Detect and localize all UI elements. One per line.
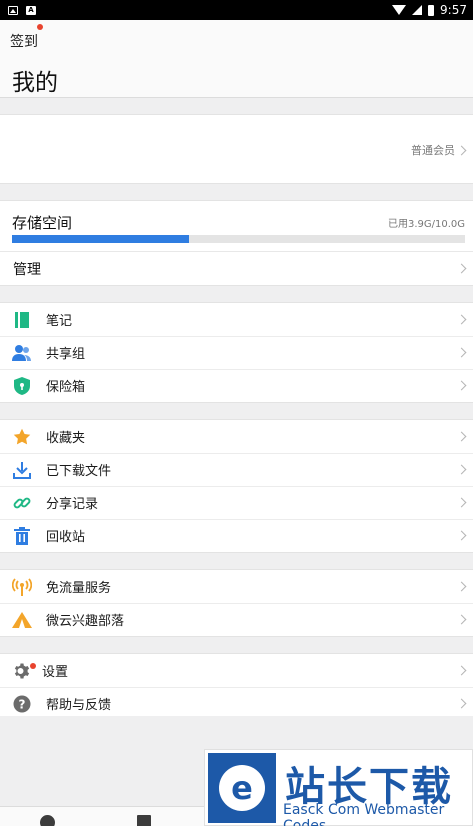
status-bar: A 9:57 (0, 0, 473, 20)
menu-item-label: 收藏夹 (46, 431, 86, 446)
storage-section[interactable]: 存储空间 已用3.9G/10.0G (0, 201, 473, 252)
storage-progress-bar (12, 235, 465, 243)
chevron-right-icon (456, 431, 467, 442)
menu-group: 收藏夹已下载文件分享记录回收站 (0, 419, 473, 553)
link-icon (12, 493, 32, 513)
member-level-label: 普通会员 (411, 144, 455, 157)
menu-group: 笔记 共享组 保险箱 (0, 302, 473, 403)
shield-icon (12, 376, 32, 396)
menu-item-label: 笔记 (46, 314, 73, 329)
menu-item-share-records[interactable]: 分享记录 (0, 486, 473, 519)
chevron-right-icon (456, 497, 467, 508)
storage-progress-fill (12, 235, 189, 243)
chevron-right-icon (456, 665, 467, 676)
menu-item-free-traffic[interactable]: 免流量服务 (0, 570, 473, 603)
image-notification-icon (8, 5, 18, 15)
watermark-subtitle: Easck Com Webmaster Codes (283, 802, 445, 826)
profile-card[interactable]: 普通会员 (0, 114, 473, 184)
notebook-icon (12, 310, 32, 330)
manage-label: 管理 (13, 261, 41, 278)
menu-item-label: 已下载文件 (46, 464, 112, 479)
checkin-button[interactable]: 签到 (10, 31, 38, 51)
chevron-right-icon (456, 698, 467, 709)
menu-item-downloaded-files[interactable]: 已下载文件 (0, 453, 473, 486)
watermark-logo: e 站长下载 Easck Com Webmaster Codes (204, 749, 473, 826)
chevron-right-icon (456, 263, 467, 274)
menu-item-label: 微云兴趣部落 (46, 614, 125, 629)
menu-group: 设置? 帮助与反馈 (0, 653, 473, 721)
files-tab-icon[interactable] (137, 815, 151, 826)
recent-tab-icon[interactable] (40, 815, 55, 826)
menu-item-favorites[interactable]: 收藏夹 (0, 420, 473, 453)
menu-item-settings[interactable]: 设置 (0, 654, 473, 687)
page-header: 签到 我的 (0, 20, 473, 98)
chevron-right-icon (456, 530, 467, 541)
status-time: 9:57 (440, 3, 467, 17)
menu-item-label: 免流量服务 (46, 581, 112, 596)
wifi-icon (392, 5, 407, 15)
menu-item-label: 设置 (42, 665, 69, 680)
menu-item-share-group[interactable]: 共享组 (0, 336, 473, 369)
page-title: 我的 (12, 70, 58, 96)
menu-item-label: 保险箱 (46, 380, 86, 395)
help-icon: ? (12, 694, 32, 714)
menu-item-weiyun-tribe[interactable]: 微云兴趣部落 (0, 603, 473, 636)
chevron-right-icon (456, 145, 467, 155)
people-icon (12, 343, 32, 363)
antenna-icon (12, 577, 32, 597)
menu-item-label: 帮助与反馈 (46, 698, 112, 713)
checkin-badge-dot (37, 24, 43, 30)
gear-icon (12, 661, 36, 681)
storage-title: 存储空间 (12, 214, 73, 232)
signal-icon (412, 5, 423, 15)
chevron-right-icon (456, 464, 467, 475)
chevron-right-icon (456, 581, 467, 592)
menu-group: 免流量服务微云兴趣部落 (0, 569, 473, 637)
menu-item-label: 分享记录 (46, 497, 99, 512)
chevron-right-icon (456, 380, 467, 391)
watermark-logo-letter: e (219, 765, 265, 811)
menu-item-label: 共享组 (46, 347, 86, 362)
member-level[interactable]: 普通会员 (411, 142, 467, 158)
chevron-right-icon (456, 314, 467, 325)
menu-item-label: 回收站 (46, 530, 86, 545)
app-notification-icon: A (26, 5, 36, 15)
battery-icon (428, 4, 435, 16)
watermark-logo-mark: e (208, 753, 276, 823)
menu-item-safe-box[interactable]: 保险箱 (0, 369, 473, 402)
manage-row[interactable]: 管理 (0, 252, 473, 286)
storage-used-text: 已用3.9G/10.0G (387, 219, 465, 230)
menu-item-notes[interactable]: 笔记 (0, 303, 473, 336)
settings-badge-dot (30, 662, 36, 669)
download-icon (12, 460, 32, 480)
storage-card: 存储空间 已用3.9G/10.0G 管理 (0, 200, 473, 286)
svg-text:?: ? (19, 697, 26, 711)
trash-icon (12, 526, 32, 546)
chevron-right-icon (456, 614, 467, 625)
tent-icon (12, 610, 32, 630)
chevron-right-icon (456, 347, 467, 358)
menu-item-recycle-bin[interactable]: 回收站 (0, 519, 473, 552)
star-icon (12, 427, 32, 447)
